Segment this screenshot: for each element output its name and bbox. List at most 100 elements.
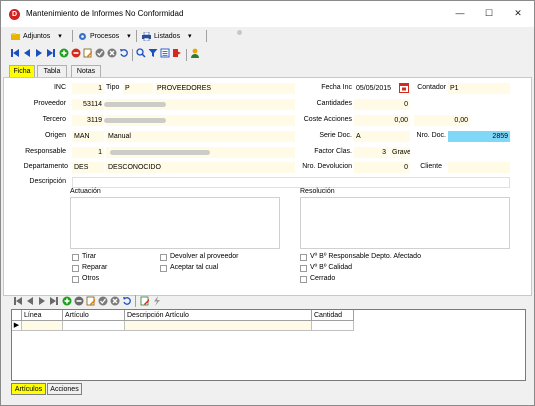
nro-devolucion-field[interactable]: 0	[354, 162, 410, 173]
actuacion-label: Actuación	[70, 188, 101, 195]
tercero-code-field[interactable]: 3119	[72, 115, 104, 126]
first-line-icon[interactable]	[13, 296, 23, 306]
inc-label: INC	[53, 84, 66, 91]
nro-doc-field[interactable]: 2859	[448, 131, 510, 142]
previous-line-icon[interactable]	[25, 296, 35, 306]
previous-record-icon[interactable]	[22, 48, 32, 58]
aceptar-label: Aceptar tal cual	[170, 264, 219, 271]
tab-tabla[interactable]: Tabla	[37, 65, 67, 77]
redacted-text	[104, 118, 166, 123]
inc-field[interactable]: 1	[72, 83, 104, 94]
tab-notas[interactable]: Notas	[71, 65, 101, 77]
column-header-articulo[interactable]: Artículo	[63, 310, 125, 321]
listados-menu[interactable]: Listados ▾	[142, 30, 192, 43]
menu-bar: Adjuntos ▾ Procesos ▾ Listados ▾	[1, 27, 534, 45]
cantidades-field[interactable]: 0	[354, 99, 410, 110]
exit-icon[interactable]	[172, 48, 182, 58]
add-line-icon[interactable]	[62, 296, 72, 306]
proveedor-code-field[interactable]: 53114	[72, 99, 104, 110]
adjuntos-menu[interactable]: Adjuntos ▾	[11, 30, 62, 43]
next-record-icon[interactable]	[34, 48, 44, 58]
cantidades-label: Cantidades	[316, 100, 352, 107]
adjuntos-label: Adjuntos	[23, 33, 51, 40]
last-line-icon[interactable]	[49, 296, 59, 306]
tab-articulos[interactable]: Artículos	[11, 383, 46, 395]
tipo-label: Tipo	[106, 84, 120, 91]
column-header-linea[interactable]: Línea	[22, 310, 63, 321]
first-record-icon[interactable]	[10, 48, 20, 58]
serie-doc-field[interactable]: A	[354, 131, 410, 142]
add-record-icon[interactable]	[59, 48, 69, 58]
edit-record-icon[interactable]	[83, 48, 93, 58]
nro-devolucion-label: Nro. Devolucion	[302, 163, 352, 170]
tirar-checkbox[interactable]	[72, 254, 79, 261]
refresh-lines-icon[interactable]	[122, 296, 132, 306]
origen-label: Origen	[44, 132, 66, 139]
table-cell-linea[interactable]	[22, 321, 63, 331]
otros-checkbox[interactable]	[72, 276, 79, 283]
factor-clas-field[interactable]: 3	[354, 147, 388, 158]
contador-label: Contador	[417, 84, 446, 91]
edit-document-icon[interactable]	[140, 296, 150, 306]
confirm-icon[interactable]	[95, 48, 105, 58]
edit-line-icon[interactable]	[86, 296, 96, 306]
cliente-field[interactable]	[448, 162, 510, 173]
departamento-name-field[interactable]: DESCONOCIDO	[106, 162, 295, 173]
next-line-icon[interactable]	[37, 296, 47, 306]
cerrado-checkbox[interactable]	[300, 276, 307, 283]
title-bar: D Mantenimiento de Informes No Conformid…	[1, 1, 534, 27]
origen-name-field[interactable]: Manual	[106, 131, 295, 142]
actuacion-textarea[interactable]	[70, 197, 280, 249]
responsable-label: Responsable	[25, 148, 66, 155]
filter-icon[interactable]	[148, 48, 158, 58]
table-cell-articulo[interactable]	[63, 321, 125, 331]
factor-clas-name-field[interactable]: Grave	[390, 147, 410, 158]
otros-label: Otros	[82, 275, 100, 282]
tab-acciones[interactable]: Acciones	[47, 383, 82, 395]
contador-field[interactable]: P1	[448, 83, 510, 94]
window-title: Mantenimiento de Informes No Conformidad	[26, 9, 184, 18]
reparar-checkbox[interactable]	[72, 265, 79, 272]
delete-line-icon[interactable]	[74, 296, 84, 306]
last-record-icon[interactable]	[46, 48, 56, 58]
vb-responsable-checkbox[interactable]	[300, 254, 307, 261]
status-dot-icon	[237, 30, 242, 35]
resolucion-textarea[interactable]	[300, 197, 510, 249]
cancel-line-icon[interactable]	[110, 296, 120, 306]
devolver-checkbox[interactable]	[160, 254, 167, 261]
list-icon[interactable]	[160, 48, 170, 58]
tipo-code-field[interactable]: P	[123, 83, 153, 94]
departamento-code-field[interactable]: DES	[72, 162, 104, 173]
coste-acciones-field[interactable]: 0,00	[354, 115, 410, 126]
grid-corner	[12, 310, 22, 321]
row-marker-icon: ▶	[12, 321, 22, 331]
table-cell-descripcion[interactable]	[125, 321, 312, 331]
separator	[136, 30, 137, 42]
minimize-button[interactable]: —	[453, 7, 467, 19]
descripcion-field[interactable]	[72, 177, 510, 188]
origen-code-field[interactable]: MAN	[72, 131, 104, 142]
user-icon[interactable]	[190, 48, 200, 58]
refresh-icon[interactable]	[119, 48, 129, 58]
vb-calidad-checkbox[interactable]	[300, 265, 307, 272]
column-header-descripcion[interactable]: Descripción Artículo	[125, 310, 312, 321]
factor-clas-label: Factor Clas.	[314, 148, 352, 155]
aceptar-checkbox[interactable]	[160, 265, 167, 272]
close-button[interactable]: ✕	[511, 7, 525, 19]
redacted-text	[104, 102, 166, 107]
coste-acciones-total-field[interactable]: 0,00	[414, 115, 470, 126]
nro-doc-label: Nro. Doc.	[416, 132, 446, 139]
search-icon[interactable]	[136, 48, 146, 58]
tipo-name-field[interactable]: PROVEEDORES	[155, 83, 295, 94]
delete-record-icon[interactable]	[71, 48, 81, 58]
column-header-cantidad[interactable]: Cantidad	[312, 310, 354, 321]
confirm-line-icon[interactable]	[98, 296, 108, 306]
fecha-inc-field[interactable]: 05/05/2015	[354, 83, 398, 94]
maximize-button[interactable]: ☐	[482, 7, 496, 19]
tab-ficha[interactable]: Ficha	[9, 65, 35, 77]
responsable-code-field[interactable]: 1	[72, 147, 104, 158]
table-cell-cantidad[interactable]	[312, 321, 354, 331]
procesos-menu[interactable]: Procesos ▾	[78, 30, 131, 43]
cancel-icon[interactable]	[107, 48, 117, 58]
lightning-icon[interactable]	[152, 296, 162, 306]
